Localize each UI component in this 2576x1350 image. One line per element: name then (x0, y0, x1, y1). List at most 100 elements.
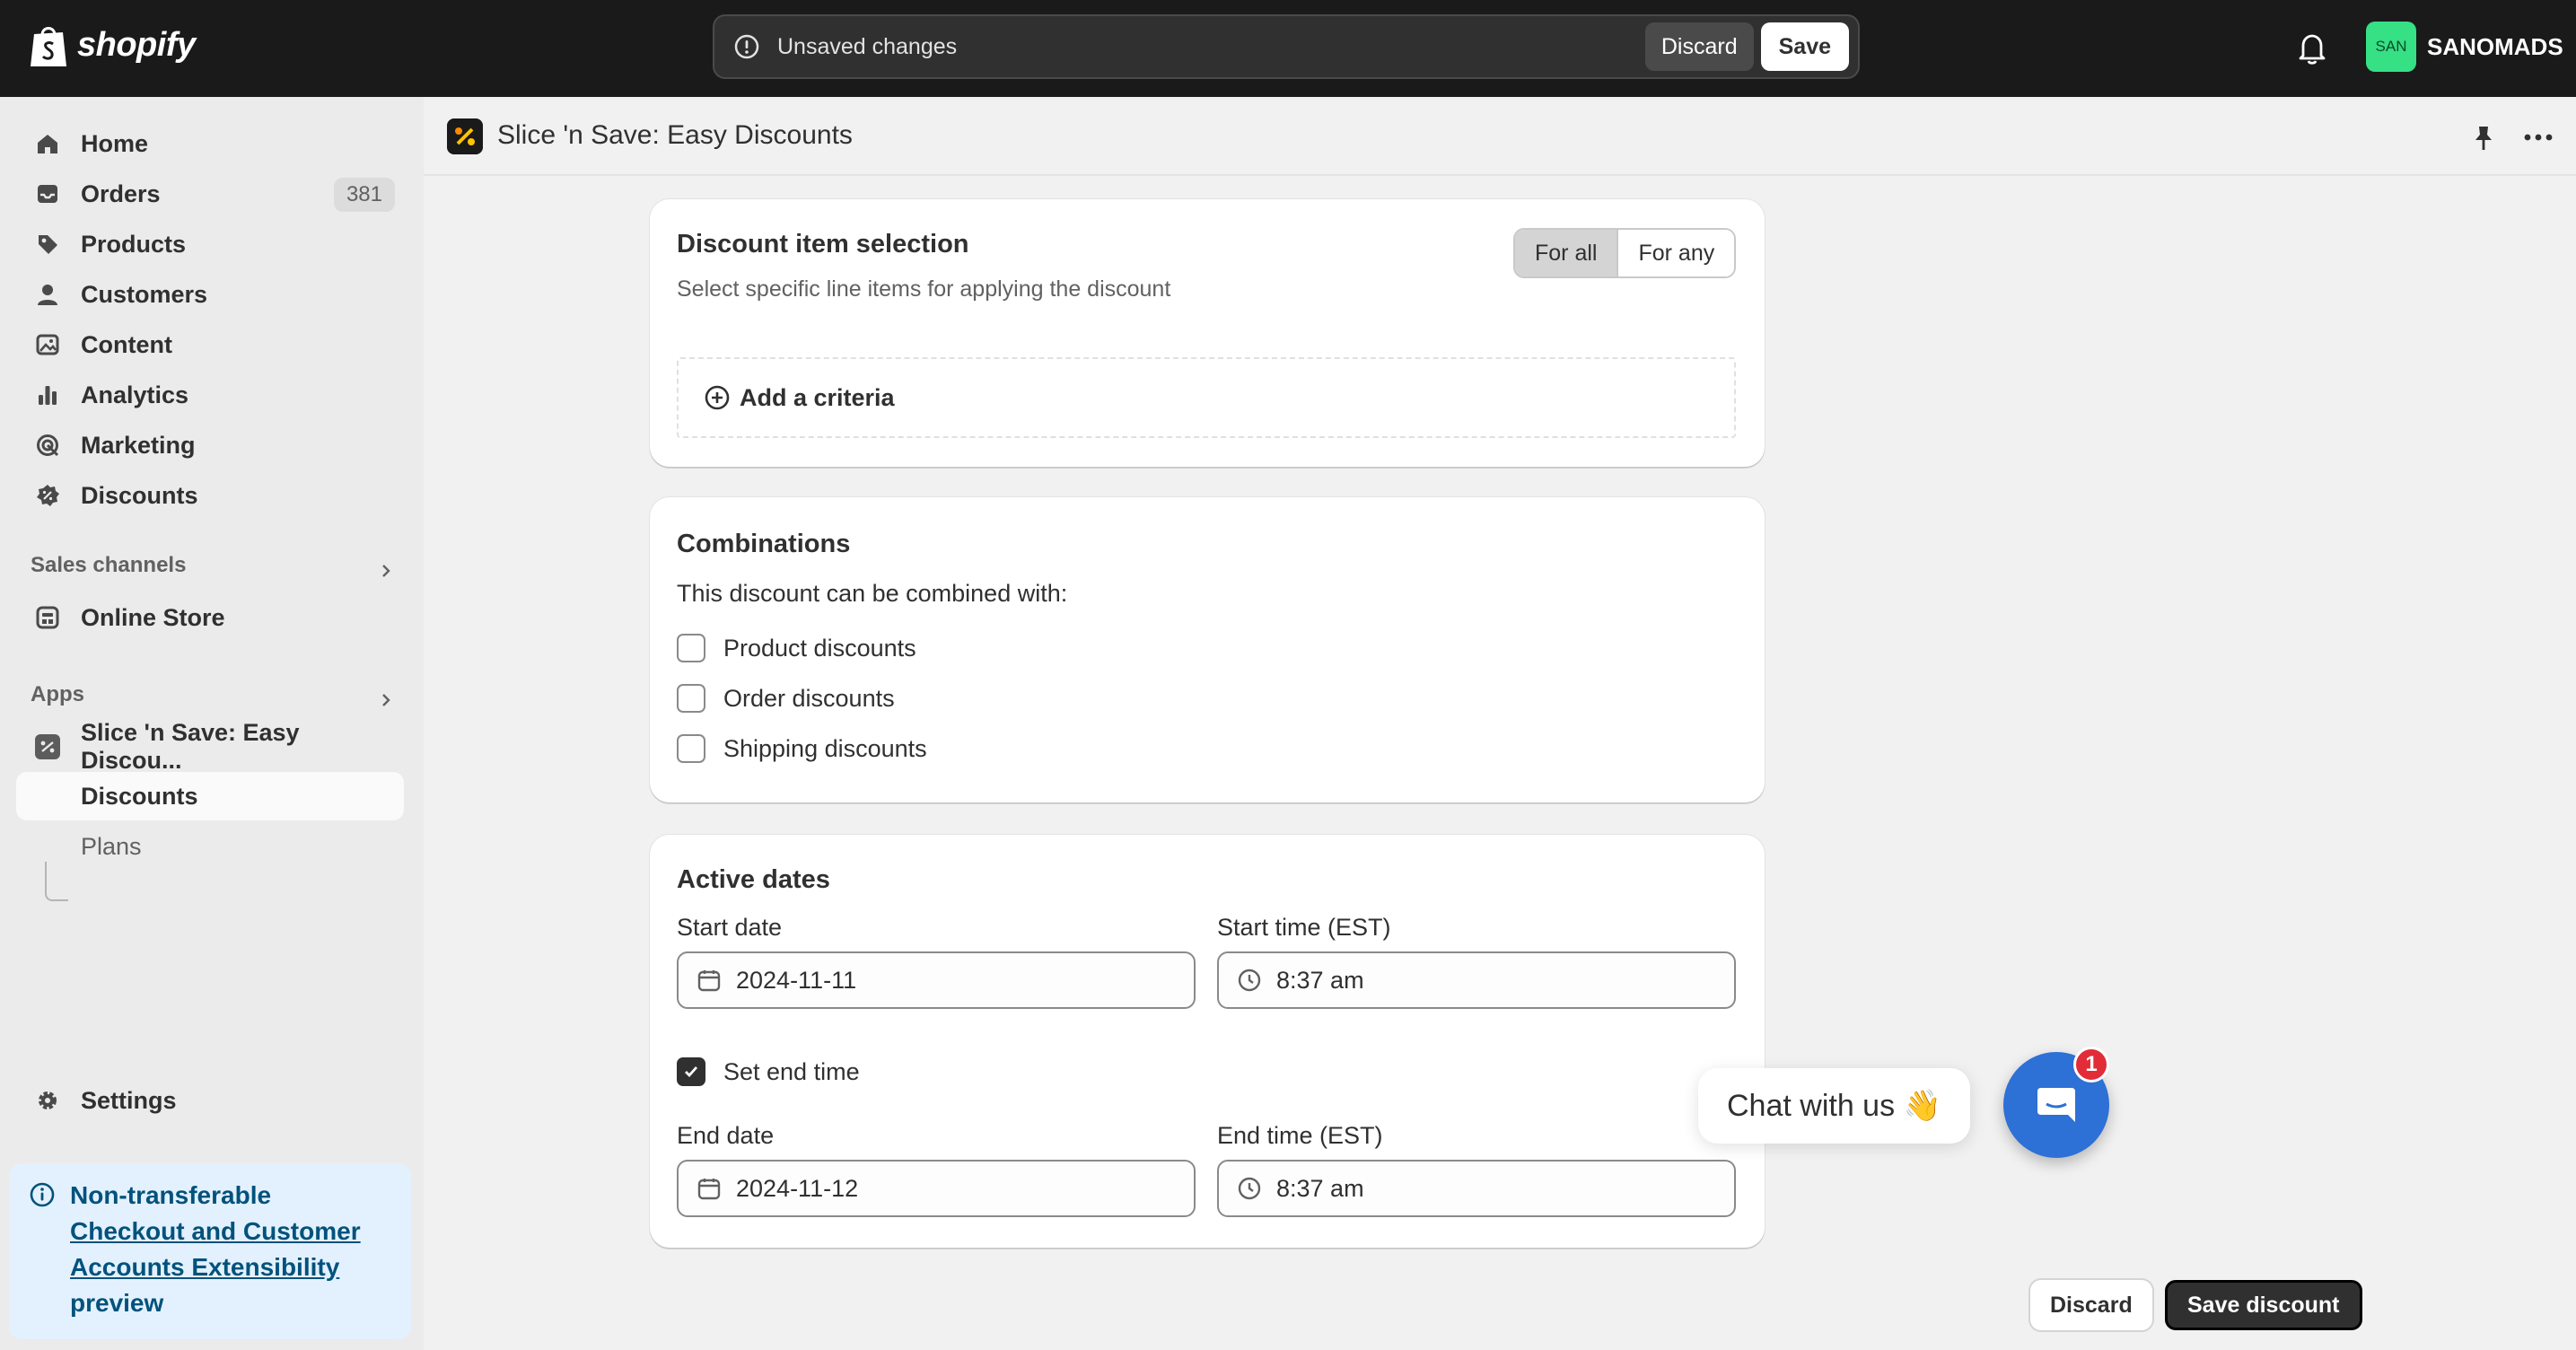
sidebar-subitem-discounts[interactable]: Discounts (16, 772, 404, 820)
order-discounts-checkbox[interactable] (677, 684, 705, 713)
sidebar-item-label: Analytics (81, 381, 189, 408)
save-changes-button[interactable]: Save (1760, 22, 1849, 71)
chevron-right-icon[interactable] (377, 562, 395, 580)
start-date-input[interactable] (736, 966, 1167, 995)
checkbox-label: Set end time (723, 1057, 860, 1085)
store-menu[interactable]: SAN SANOMADS (2366, 22, 2563, 72)
end-date-field[interactable] (677, 1160, 1196, 1217)
calendar-icon (697, 970, 721, 992)
end-time-field[interactable] (1217, 1160, 1736, 1217)
sidebar-item-label: Discounts (81, 481, 198, 509)
sales-channels-heading[interactable]: Sales channels (31, 553, 186, 578)
discard-changes-button[interactable]: Discard (1644, 22, 1754, 71)
card-title: Discount item selection (677, 230, 969, 259)
plus-circle-icon (705, 385, 730, 410)
alert-circle-icon (734, 34, 759, 59)
notice-title: Non-transferable (70, 1181, 272, 1209)
shipping-discounts-checkbox[interactable] (677, 734, 705, 763)
sidebar-item-label: Marketing (81, 431, 196, 459)
chevron-right-icon[interactable] (377, 691, 395, 709)
clock-icon (1238, 969, 1261, 992)
unsaved-changes-bar: Unsaved changes Discard Save (713, 14, 1860, 79)
person-icon (34, 281, 61, 308)
extensibility-preview-link[interactable]: Checkout and Customer Accounts Extensibi… (70, 1217, 361, 1281)
sidebar-item-online-store[interactable]: Online Store (16, 594, 404, 641)
shopify-logo[interactable]: shopify (29, 22, 196, 68)
card-title: Combinations (677, 530, 851, 558)
sidebar-item-settings[interactable]: Settings (16, 1077, 404, 1124)
sidebar-item-label: Orders (81, 180, 161, 207)
sidebar-item-label: Customers (81, 280, 208, 308)
sidebar-item-discounts[interactable]: Discounts (16, 472, 404, 519)
card-subtitle: Select specific line items for applying … (677, 276, 1171, 302)
top-bar: shopify Unsaved changes Discard Save SAN… (0, 0, 2576, 97)
selection-mode-toggle: For all For any (1513, 228, 1737, 278)
pin-icon[interactable] (2470, 124, 2497, 153)
app-logo-icon (447, 118, 483, 154)
sidebar-subitem-plans[interactable]: Plans (16, 822, 404, 871)
store-avatar: SAN (2366, 22, 2416, 72)
info-icon (30, 1182, 55, 1207)
sidebar-item-home[interactable]: Home (16, 120, 404, 167)
extensibility-notice: Non-transferable Checkout and Customer A… (9, 1163, 411, 1339)
set-end-time-option[interactable]: Set end time (677, 1057, 860, 1086)
inbox-icon (34, 180, 61, 207)
save-discount-button[interactable]: Save discount (2165, 1280, 2362, 1330)
apps-heading[interactable]: Apps (31, 682, 84, 707)
add-criteria-label: Add a criteria (740, 383, 895, 411)
sidebar-item-label: Products (81, 230, 187, 258)
home-icon (34, 130, 61, 157)
brand-name: shopify (77, 25, 196, 64)
more-actions-icon[interactable] (2520, 124, 2556, 151)
for-any-option[interactable]: For any (1617, 230, 1735, 276)
shopify-bag-icon (31, 27, 66, 66)
calendar-icon (697, 1179, 721, 1200)
chat-with-us-bubble[interactable]: Chat with us 👋 (1698, 1068, 1970, 1144)
sidebar-item-label: Slice 'n Save: Easy Discou... (81, 719, 300, 774)
sidebar-item-content[interactable]: Content (16, 321, 404, 368)
product-discounts-checkbox[interactable] (677, 634, 705, 662)
discount-icon (34, 482, 61, 509)
combinations-card: Combinations This discount can be combin… (650, 497, 1765, 802)
bar-chart-icon (34, 381, 61, 408)
end-time-input[interactable] (1276, 1174, 1707, 1203)
chat-icon (2037, 1088, 2075, 1122)
discard-button[interactable]: Discard (2030, 1280, 2152, 1330)
sidebar-item-orders[interactable]: Orders 381 (16, 171, 404, 217)
start-time-label: Start time (EST) (1217, 914, 1391, 941)
tag-icon (34, 231, 61, 258)
card-title: Active dates (677, 865, 830, 894)
gear-icon (34, 1087, 61, 1114)
notification-bell-icon[interactable] (2296, 31, 2328, 66)
sidebar-item-marketing[interactable]: Marketing (16, 422, 404, 469)
storefront-icon (34, 604, 61, 631)
unsaved-changes-text: Unsaved changes (777, 33, 958, 59)
shipping-discounts-option[interactable]: Shipping discounts (677, 734, 927, 763)
sidebar-item-label: Home (81, 129, 149, 157)
start-time-input[interactable] (1276, 966, 1707, 995)
add-criteria-button[interactable]: Add a criteria (677, 357, 1736, 438)
store-name: SANOMADS (2427, 32, 2563, 60)
start-time-field[interactable] (1217, 951, 1736, 1009)
sidebar-item-app[interactable]: Slice 'n Save: Easy Discou... (16, 719, 404, 774)
checkbox-label: Product discounts (723, 634, 916, 662)
image-icon (34, 331, 61, 358)
sidebar: Home Orders 381 Products Customers Conte… (0, 97, 424, 1350)
active-dates-card: Active dates Start date Start time (EST)… (650, 835, 1765, 1248)
order-discounts-option[interactable]: Order discounts (677, 684, 895, 713)
chat-unread-badge: 1 (2073, 1047, 2109, 1083)
product-discounts-option[interactable]: Product discounts (677, 634, 916, 662)
app-icon (34, 733, 61, 760)
start-date-label: Start date (677, 914, 783, 941)
sidebar-item-analytics[interactable]: Analytics (16, 372, 404, 418)
set-end-time-checkbox[interactable] (677, 1057, 705, 1086)
end-date-label: End date (677, 1122, 775, 1149)
for-all-option[interactable]: For all (1515, 230, 1617, 276)
end-date-input[interactable] (736, 1174, 1167, 1203)
end-time-label: End time (EST) (1217, 1122, 1383, 1149)
sidebar-item-customers[interactable]: Customers (16, 271, 404, 318)
start-date-field[interactable] (677, 951, 1196, 1009)
clock-icon (1238, 1177, 1261, 1200)
sidebar-item-products[interactable]: Products (16, 221, 404, 267)
checkbox-label: Order discounts (723, 684, 895, 712)
